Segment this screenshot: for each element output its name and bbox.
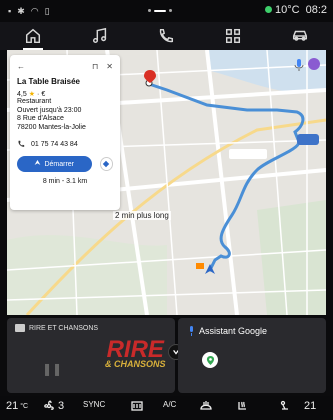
share-icon [103, 160, 110, 168]
radio-title: RIRE ET CHANSONS [15, 324, 98, 332]
rear-defrost-icon [131, 401, 143, 411]
page-indicator [148, 9, 172, 12]
wifi-icon: ◠ [30, 5, 39, 16]
rear-defrost-button[interactable] [130, 400, 144, 412]
star-icon: ★ [28, 91, 36, 98]
dot-separator: · [37, 90, 40, 98]
left-temp-unit: °C [20, 402, 29, 410]
airflow-button[interactable] [278, 400, 292, 412]
clock: 08:2 [305, 4, 327, 16]
pause-icon[interactable]: ❚❚ [42, 362, 62, 376]
start-label: Démarrer [44, 160, 75, 168]
ac-label: A/C [163, 400, 177, 409]
phone-icon [18, 140, 25, 147]
nav-apps[interactable] [213, 22, 253, 50]
radio-widget[interactable]: RIRE ET CHANSONS ❚❚ RIRE & CHANSONS [7, 318, 175, 393]
fan-icon [44, 400, 54, 410]
microphone-icon[interactable] [294, 58, 304, 72]
rating-value: 4,5 [17, 90, 27, 98]
bluetooth-icon: ✱ [17, 5, 25, 16]
price-level: € [41, 90, 46, 98]
front-defrost-button[interactable] [199, 400, 213, 412]
eta-text: 8 min - 3.1 km [42, 178, 88, 185]
assistant-widget[interactable]: Assistant Google [178, 318, 326, 393]
close-icon[interactable]: ✕ [106, 62, 113, 71]
logo-line2: & CHANSONS [105, 359, 166, 369]
front-defrost-icon [200, 401, 212, 410]
ac-button[interactable]: A/C [163, 400, 176, 409]
nav-car[interactable] [280, 22, 320, 50]
card-header: ← ⊓ ✕ [17, 61, 113, 71]
alt-route-chip[interactable] [229, 149, 267, 159]
heated-seat-button[interactable] [236, 400, 250, 412]
temperature-text: 10°C [275, 4, 300, 16]
right-temp-value: 21 [304, 400, 317, 412]
fan-level-value: 3 [58, 400, 65, 412]
share-button[interactable] [99, 157, 113, 171]
right-temperature[interactable]: 21 [304, 400, 316, 412]
apps-grid-icon [226, 28, 241, 44]
map-pin-icon [206, 355, 214, 365]
microphone-icon [190, 326, 193, 336]
weather-icon [265, 6, 272, 13]
nav-home[interactable] [13, 22, 53, 50]
avatar[interactable] [308, 58, 320, 70]
left-temp-value: 21 [6, 400, 19, 412]
bookmark-icon[interactable]: ⊓ [92, 62, 98, 71]
status-right: 10°C 08:2 [265, 4, 327, 16]
assistant-title: Assistant Google [188, 326, 267, 336]
home-icon [26, 28, 41, 44]
place-street: 8 Rue d'Alsace [17, 115, 64, 122]
traffic-chip[interactable] [297, 134, 319, 145]
card-actions: ⮝ Démarrer [17, 156, 113, 172]
place-rating: 4,5 ★ · € [17, 90, 113, 99]
start-navigation-button[interactable]: ⮝ Démarrer [17, 156, 92, 172]
station-logo: RIRE & CHANSONS [105, 336, 166, 369]
sync-button[interactable]: SYNC [83, 400, 105, 409]
place-details-card: ← ⊓ ✕ La Table Braisée 4,5 ★ · € Restaur… [10, 55, 120, 210]
place-hours: Ouvert jusqu'à 23:00 [17, 106, 82, 114]
device-icon: ▪ [8, 6, 12, 16]
phone-icon [160, 28, 174, 43]
place-name: La Table Braisée [17, 77, 80, 86]
status-bar: ▪ ✱ ◠ ▯ 10°C 08:2 [0, 0, 333, 22]
left-temperature[interactable]: 21 °C [6, 400, 28, 412]
assistant-label: Assistant Google [199, 326, 268, 336]
car-icon [292, 30, 307, 41]
phone-number: 01 75 74 43 84 [31, 140, 78, 148]
phone-status-icon: ▯ [44, 5, 50, 16]
fan-speed[interactable]: 3 [42, 400, 64, 412]
nav-phone[interactable] [146, 22, 186, 50]
nav-music[interactable] [80, 22, 120, 50]
weather: 10°C [265, 4, 300, 16]
radio-source-icon [15, 324, 25, 332]
station-name: RIRE ET CHANSONS [29, 324, 99, 332]
back-arrow-icon[interactable]: ← [17, 62, 25, 71]
heated-seat-icon [238, 401, 246, 410]
climate-bar: 21 °C 3 SYNC A/C 21 [0, 396, 333, 420]
place-category: Restaurant [17, 98, 52, 105]
top-navigation [0, 22, 333, 50]
infotainment-screen: ▪ ✱ ◠ ▯ 10°C 08:2 2 min plus long ← ⊓ ✕ … [0, 0, 333, 420]
place-phone[interactable]: 01 75 74 43 84 [17, 140, 113, 148]
airflow-icon [280, 400, 288, 410]
music-icon [92, 27, 107, 44]
alternative-route-label[interactable]: 2 min plus long [113, 211, 171, 220]
status-icons: ▪ ✱ ◠ ▯ [0, 6, 50, 17]
google-maps-icon[interactable] [202, 352, 218, 368]
place-city: 78200 Mantes-la-Jolie [17, 123, 86, 131]
sync-label: SYNC [83, 400, 106, 409]
navigation-arrow-icon: ⮝ [34, 160, 41, 167]
